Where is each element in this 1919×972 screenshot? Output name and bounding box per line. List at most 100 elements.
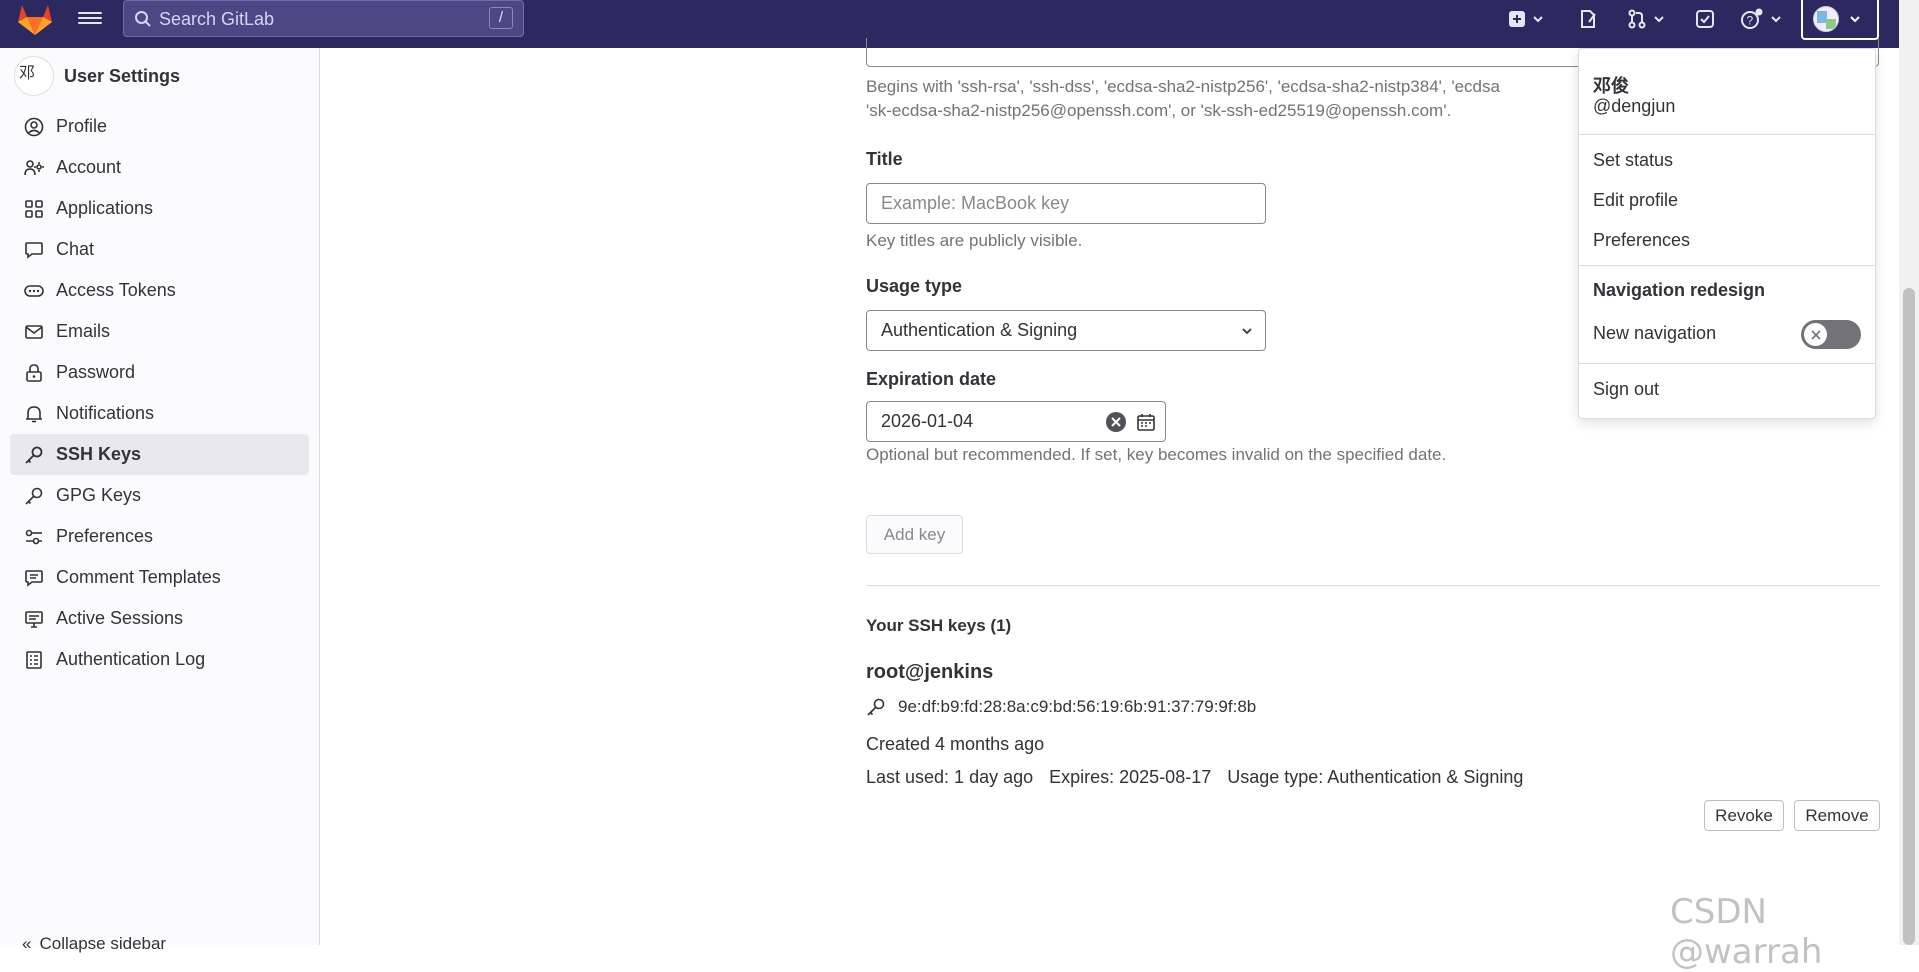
sidebar-item-label: Password [56,362,136,382]
avatar: 邓 [14,56,54,96]
chevron-down-icon [1533,16,1543,23]
usage-type-select[interactable]: Authentication & Signing [866,310,1266,351]
chat-icon [25,241,43,259]
ssh-keys-heading: Your SSH keys (1) [866,616,1012,635]
sidebar-item-label: Active Sessions [56,608,184,628]
menu-icon[interactable] [78,9,102,29]
remove-button[interactable]: Remove [1794,800,1880,831]
expiration-date-input[interactable]: 2026-01-04 [866,401,1166,442]
scrollbar-thumb[interactable] [1903,288,1915,945]
sidebar-item-label: Access Tokens [56,280,176,300]
title-input[interactable]: Example: MacBook key [866,183,1266,224]
sidebar-item-emails[interactable]: Emails [10,311,309,352]
lock-icon [26,363,42,382]
ssh-key-fingerprint-row: 9e:df:b9:fd:28:8a:c9:bd:56:19:6b:91:37:7… [866,697,1256,717]
title-label: Title [866,149,903,169]
sidebar-item-password[interactable]: Password [10,352,309,393]
sidebar-item-label: Profile [56,116,108,136]
todo-icon [1696,10,1714,28]
chevron-down-icon [1850,16,1860,23]
applications-icon [25,199,43,218]
expiration-date-label: Expiration date [866,369,997,389]
mail-icon [25,324,43,339]
log-icon [26,650,42,669]
sidebar-item-label: Account [56,157,122,177]
set-status-menu-item[interactable]: Set status [1593,150,1673,171]
sign-out-menu-item[interactable]: Sign out [1593,379,1659,400]
sidebar-item-notifications[interactable]: Notifications [10,393,309,434]
sidebar-item-account[interactable]: Account [10,147,309,188]
key-icon [25,487,43,505]
help-button[interactable]: ? [1740,8,1782,30]
sidebar-item-comment-templates[interactable]: Comment Templates [10,557,309,598]
account-icon [24,159,44,175]
profile-icon [24,117,44,136]
sidebar-item-label: Notifications [56,403,155,423]
sidebar-item-chat[interactable]: Chat [10,229,309,270]
create-new-button[interactable] [1508,8,1544,30]
chevron-down-icon [1771,16,1781,23]
preferences-menu-item[interactable]: Preferences [1593,230,1690,251]
menu-divider [1579,265,1875,266]
preferences-icon [25,529,42,544]
sidebar-item-label: GPG Keys [56,485,142,505]
search-shortcut-badge: / [489,7,513,29]
sidebar-item-label: Emails [56,321,111,341]
ssh-key-usage-type: Usage type: Authentication & Signing [1227,767,1524,787]
token-icon [24,284,44,297]
usage-type-value: Authentication & Signing [881,320,1078,340]
expiration-help-text: Optional but recommended. If set, key be… [866,445,1447,464]
sidebar-title: User Settings [64,65,181,86]
chevron-down-icon [1242,328,1252,335]
sidebar-item-applications[interactable]: Applications [10,188,309,229]
ssh-key-expires: Expires: 2025-08-17 [1049,767,1212,787]
close-icon [1810,329,1821,340]
navigation-redesign-heading: Navigation redesign [1593,280,1766,300]
new-navigation-label: New navigation [1593,323,1717,343]
ssh-key-title[interactable]: root@jenkins [866,661,993,684]
sidebar-item-ssh-keys[interactable]: SSH Keys [10,434,309,475]
collapse-sidebar-button[interactable]: « Collapse sidebar [22,934,166,954]
new-navigation-toggle[interactable] [1801,320,1861,349]
ssh-key-last-used: Last used: 1 day ago [866,767,1034,787]
title-help-text: Key titles are publicly visible. [866,231,1083,250]
sidebar-item-access-tokens[interactable]: Access Tokens [10,270,309,311]
settings-sidebar: 邓 User Settings Profile Account Applicat… [0,48,320,953]
merge-requests-button[interactable] [1627,8,1665,30]
svg-text:?: ? [1747,14,1754,28]
ssh-key-created: Created 4 months ago [866,734,1045,754]
add-key-button[interactable]: Add key [866,515,963,554]
clear-icon[interactable] [1105,411,1127,433]
bell-icon [26,405,42,422]
user-username: @dengjun [1593,96,1676,116]
sidebar-item-label: SSH Keys [56,444,142,464]
ssh-key-fingerprint: 9e:df:b9:fd:28:8a:c9:bd:56:19:6b:91:37:7… [898,697,1257,716]
revoke-button[interactable]: Revoke [1704,800,1784,831]
double-chevron-left-icon: « [22,934,32,953]
watermark: CSDN @warrah [1670,892,1823,972]
sidebar-item-preferences[interactable]: Preferences [10,516,309,557]
search-placeholder: Search GitLab [159,9,275,29]
sidebar-item-label: Comment Templates [56,567,221,587]
sidebar-item-active-sessions[interactable]: Active Sessions [10,598,309,639]
title-placeholder: Example: MacBook key [881,193,1070,213]
todos-button[interactable] [1695,8,1715,30]
user-menu-button[interactable] [1801,0,1879,40]
sidebar-header[interactable]: 邓 User Settings [14,56,180,96]
avatar [1813,6,1839,32]
sidebar-item-label: Authentication Log [56,649,206,669]
usage-type-label: Usage type [866,276,963,296]
edit-profile-menu-item[interactable]: Edit profile [1593,190,1678,211]
key-help-line-2: 'sk-ecdsa-sha2-nistp256@openssh.com', or… [866,101,1452,120]
sidebar-item-gpg-keys[interactable]: GPG Keys [10,475,309,516]
search-input[interactable]: Search GitLab / [123,0,524,37]
menu-divider [1579,134,1875,135]
issues-button[interactable] [1578,8,1598,30]
user-display-name: 邓俊 [1593,76,1629,96]
user-menu-dropdown: 邓俊 @dengjun Set status Edit profile Pref… [1578,48,1876,419]
calendar-icon[interactable] [1136,412,1156,432]
sidebar-item-profile[interactable]: Profile [10,106,309,147]
merge-request-icon [1628,9,1646,29]
gitlab-logo-icon[interactable] [16,2,54,36]
sidebar-item-authentication-log[interactable]: Authentication Log [10,639,309,680]
